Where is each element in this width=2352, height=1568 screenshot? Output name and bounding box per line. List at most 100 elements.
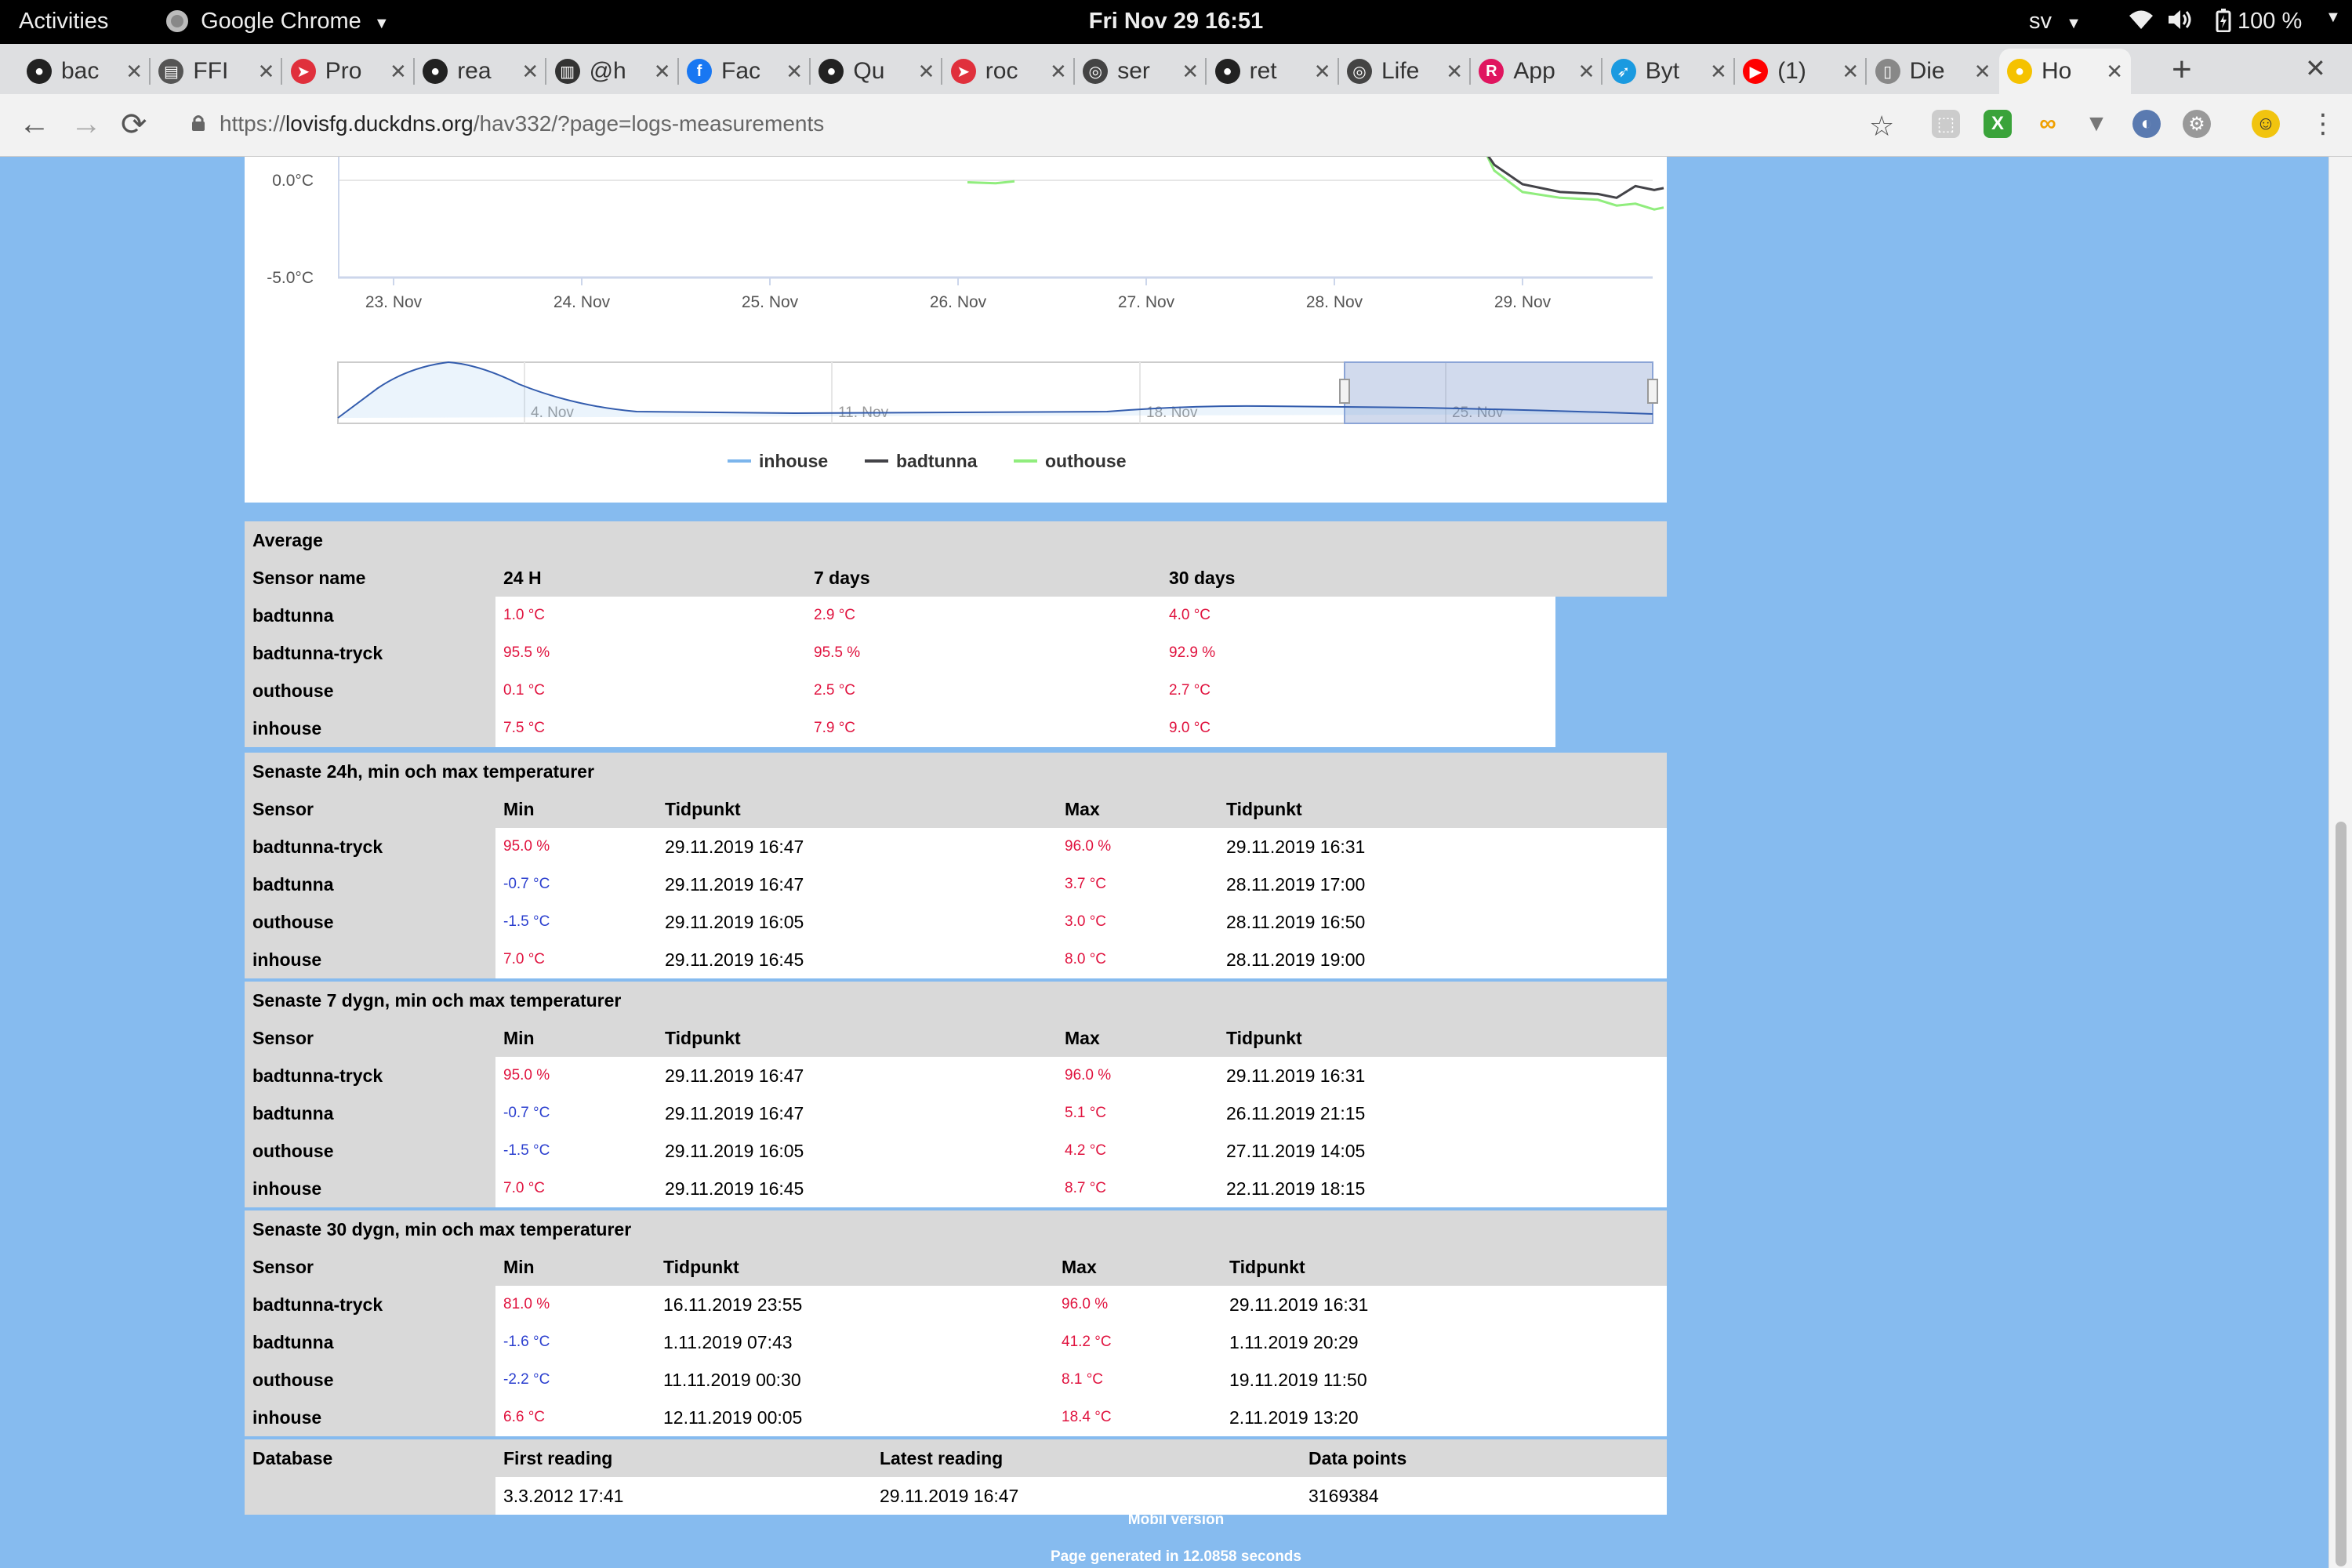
min-time: 1.11.2019 07:43 [655,1323,1054,1361]
table-row: badtunna -0.7 °C 29.11.2019 16:47 5.1 °C 26.… [245,1094,1667,1132]
max-cell: 8.1 °C [1054,1361,1221,1399]
table-row: 3.3.2012 17:41 29.11.2019 16:47 3169384 [245,1477,1667,1515]
battery-icon[interactable] [2216,9,2231,38]
new-tab-button[interactable]: + [2172,50,2192,89]
close-tab-icon[interactable]: ✕ [1710,60,1727,84]
close-tab-icon[interactable]: ✕ [521,60,539,84]
volume-icon[interactable] [2167,9,2194,37]
browser-tab[interactable]: ● ret ✕ [1207,49,1339,94]
close-tab-icon[interactable]: ✕ [1974,60,1991,84]
min-cell: -1.5 °C [495,1132,657,1170]
infinity-extension-icon[interactable]: ∞ [2034,110,2062,138]
table-title: Average [245,521,1667,559]
y-tick-label: 0.0°C [272,172,314,190]
language-menu[interactable]: sv ▼ [2029,9,2082,34]
shield-extension-icon[interactable]: ◐ [2132,110,2161,138]
min-value: -1.5 °C [503,1142,550,1159]
max-value: 3.0 °C [1065,913,1107,930]
close-tab-icon[interactable]: ✕ [2106,60,2123,84]
sensor-name: badtunna-tryck [245,828,495,866]
tab-title: Die [1909,58,1945,84]
browser-tab[interactable]: ● rea ✕ [415,49,547,94]
browser-tab[interactable]: ◎ ser ✕ [1075,49,1207,94]
max-time: 29.11.2019 16:31 [1221,1286,1667,1323]
close-tab-icon[interactable]: ✕ [1314,60,1331,84]
min-value: -1.6 °C [503,1334,550,1350]
browser-tab[interactable]: ▯ Die ✕ [1867,49,1999,94]
browser-tab[interactable]: ➤ Pro ✕ [283,49,415,94]
temperature-chart[interactable]: 0.0°C -5.0°C 23. Nov 24. Nov 25. Nov 26. Nov 2… [245,150,1667,503]
min-cell: -0.7 °C [495,866,657,903]
min-cell: 81.0 % [495,1286,655,1323]
browser-tab[interactable]: R App ✕ [1471,49,1603,94]
table-row: badtunna 1.0 °C 2.9 °C 4.0 °C [245,597,1667,634]
mobile-version-link[interactable]: Mobil version [0,1512,2352,1529]
close-window-icon[interactable]: ✕ [2305,53,2326,83]
browser-tab[interactable]: ◎ Life ✕ [1339,49,1471,94]
menu-dots-icon[interactable]: ⋮ [2310,108,2336,140]
min-time: 16.11.2019 23:55 [655,1286,1054,1323]
browser-tab[interactable]: ● Qu ✕ [811,49,943,94]
close-tab-icon[interactable]: ✕ [125,60,143,84]
github-icon: ● [818,59,844,84]
spreadsheet-extension-icon[interactable]: X [1984,110,2012,138]
browser-tab[interactable]: ▶ (1) ✕ [1735,49,1867,94]
table-row: inhouse 7.0 °C 29.11.2019 16:45 8.0 °C 28.11… [245,941,1667,978]
browser-tab[interactable]: ➶ Byt ✕ [1603,49,1735,94]
close-tab-icon[interactable]: ✕ [918,60,935,84]
back-arrow-icon[interactable]: ← [19,107,50,142]
y-tick-label: -5.0°C [267,269,314,287]
close-tab-icon[interactable]: ✕ [786,60,803,84]
scrollbar-thumb[interactable] [2336,822,2347,1566]
facebook-icon: f [687,59,712,84]
browser-tab[interactable]: f Fac ✕ [679,49,811,94]
sensor-name: inhouse [245,941,495,978]
min-cell: 95.0 % [495,828,657,866]
min-time: 29.11.2019 16:05 [657,1132,1057,1170]
close-tab-icon[interactable]: ✕ [1842,60,1859,84]
max-cell: 4.2 °C [1057,1132,1218,1170]
browser-tab[interactable]: ▥ @h ✕ [547,49,679,94]
close-tab-icon[interactable]: ✕ [1181,60,1199,84]
v-extension-icon[interactable]: ▼ [2082,110,2111,138]
gear-extension-icon[interactable]: ⚙ [2183,110,2211,138]
close-tab-icon[interactable]: ✕ [258,60,275,84]
min-cell: 7.0 °C [495,941,657,978]
page-scrollbar[interactable] [2328,157,2352,1568]
browser-tab[interactable]: ➤ roc ✕ [943,49,1075,94]
table-row: inhouse 6.6 °C 12.11.2019 00:05 18.4 °C 2.11… [245,1399,1667,1436]
column-header: Sensor [245,1248,495,1286]
wifi-icon[interactable] [2128,9,2154,36]
clock[interactable]: Fri Nov 29 16:51 [0,9,2352,34]
legend-item: outhouse [1045,451,1127,471]
value-cell: 0.1 °C [495,672,806,710]
extension-icon[interactable]: ⬚ [1932,110,1960,138]
browser-tab[interactable]: ● Ho ✕ [1999,49,2131,94]
forward-arrow-icon[interactable]: → [71,107,102,142]
close-tab-icon[interactable]: ✕ [1446,60,1463,84]
max-time: 1.11.2019 20:29 [1221,1323,1667,1361]
temperature-value: 95.5 % [814,644,861,661]
globe-icon: ◎ [1083,59,1109,84]
chevron-down-icon[interactable]: ▼ [2325,9,2341,27]
column-header: First reading [495,1439,872,1477]
close-tab-icon[interactable]: ✕ [1050,60,1067,84]
max-time: 22.11.2019 18:15 [1218,1170,1667,1207]
temperature-value: 7.9 °C [814,720,856,736]
bookmark-star-icon[interactable]: ☆ [1869,110,1894,143]
column-header: Min [495,1248,655,1286]
tab-title: bac [61,58,100,84]
value-cell: 9.0 °C [1161,710,1555,747]
lock-icon[interactable] [191,114,205,132]
close-tab-icon[interactable]: ✕ [1578,60,1595,84]
profile-avatar[interactable]: ☺ [2252,110,2280,138]
browser-tab[interactable]: ▤ FFI ✕ [151,49,283,94]
max-time: 29.11.2019 16:31 [1218,828,1667,866]
min-value: 6.6 °C [503,1409,546,1425]
browser-tab[interactable]: ● bac ✕ [19,49,151,94]
reload-icon[interactable]: ⟳ [121,107,147,143]
close-tab-icon[interactable]: ✕ [654,60,671,84]
address-bar[interactable]: https://lovisfg.duckdns.org/hav332/?page… [220,111,824,136]
close-tab-icon[interactable]: ✕ [390,60,407,84]
table-title-row: Senaste 30 dygn, min och max temperature… [245,1210,1667,1248]
